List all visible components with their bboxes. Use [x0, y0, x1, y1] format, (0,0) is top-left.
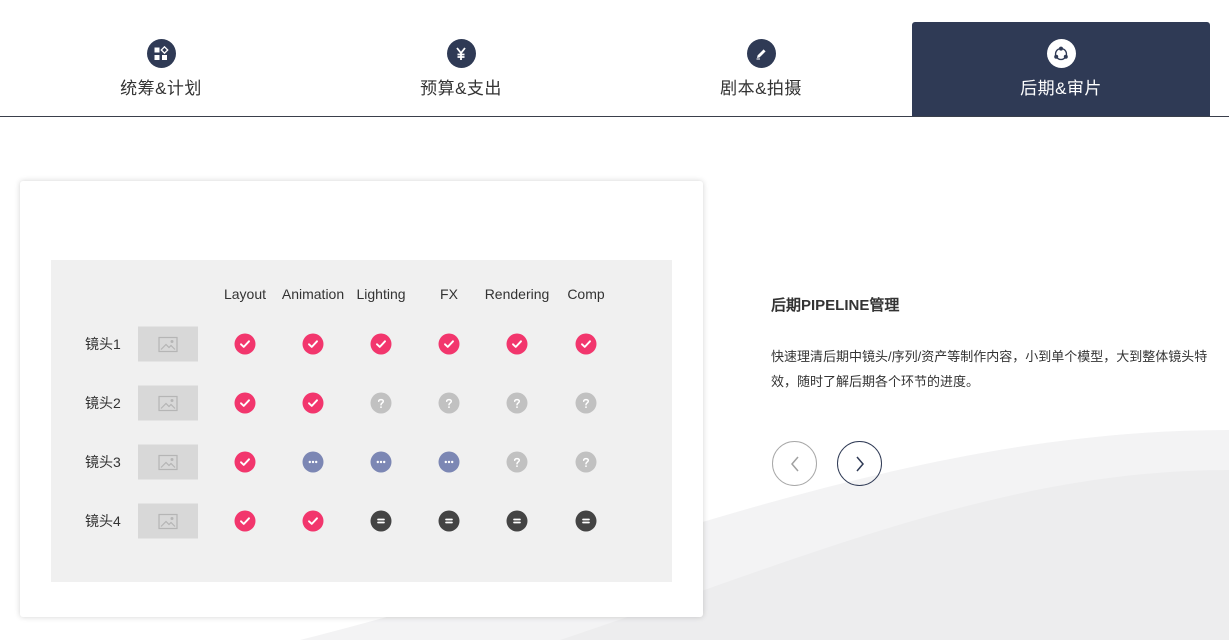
- status-done-check-icon: [234, 392, 256, 414]
- status-done-check-icon: [234, 451, 256, 473]
- status-in-progress-more-dots-icon: [370, 451, 392, 473]
- tab-script[interactable]: 剧本&拍摄: [612, 22, 910, 116]
- status-on-hold-equals-icon: [575, 510, 597, 532]
- status-in-progress-more-dots-icon: [438, 451, 460, 473]
- tab-label: 后期&审片: [1020, 79, 1102, 98]
- status-unknown-question-icon: [506, 392, 528, 414]
- status-on-hold-equals-icon: [506, 510, 528, 532]
- tab-label: 剧本&拍摄: [720, 79, 802, 98]
- status-done-check-icon: [438, 333, 460, 355]
- share-nodes-icon: [1046, 39, 1076, 68]
- info-title: 后期PIPELINE管理: [771, 297, 900, 314]
- shot-thumbnail: [138, 385, 198, 421]
- column-header: Layout: [223, 286, 267, 302]
- feature-tabs: 预算&支出 统筹&计划 剧本&拍摄 后期&审片: [0, 0, 1229, 117]
- tab-label: 统筹&计划: [120, 79, 202, 98]
- shot-thumbnail: [138, 444, 198, 480]
- info-description: 快速理清后期中镜头/序列/资产等制作内容，小到单个模型，大到整体镜头特效，随时了…: [771, 349, 1208, 389]
- chevron-right-icon: [855, 456, 864, 471]
- status-unknown-question-icon: [506, 451, 528, 473]
- tabs-divider: [0, 116, 1229, 117]
- shot-thumbnail: [138, 503, 198, 539]
- column-header: Rendering: [484, 286, 550, 302]
- chevron-left-icon: [790, 456, 799, 471]
- pipeline-grid: Layout Animation Lighting FX Rendering Comp 镜头…: [51, 260, 672, 582]
- image-placeholder-icon: [158, 454, 178, 470]
- row-label: 镜头1: [85, 336, 121, 352]
- status-done-check-icon: [234, 333, 256, 355]
- tab-budget[interactable]: 预算&支出: [312, 22, 610, 116]
- column-header: Lighting: [356, 286, 406, 302]
- status-done-check-icon: [302, 510, 324, 532]
- shot-thumbnail: [138, 326, 198, 362]
- row-label: 镜头3: [85, 454, 121, 470]
- image-placeholder-icon: [158, 513, 178, 529]
- status-done-check-icon: [234, 510, 256, 532]
- status-on-hold-equals-icon: [438, 510, 460, 532]
- status-unknown-question-icon: [575, 451, 597, 473]
- pencil-icon: [746, 39, 776, 68]
- tab-label: 预算&支出: [420, 79, 502, 98]
- status-in-progress-more-dots-icon: [302, 451, 324, 473]
- status-done-check-icon: [506, 333, 528, 355]
- image-placeholder-icon: [158, 395, 178, 411]
- column-header: Animation: [281, 286, 345, 302]
- status-done-check-icon: [302, 333, 324, 355]
- yen-icon: [446, 39, 476, 68]
- status-done-check-icon: [575, 333, 597, 355]
- grid-diamond-icon: [146, 39, 176, 68]
- status-unknown-question-icon: [438, 392, 460, 414]
- tab-planning[interactable]: 统筹&计划: [12, 22, 310, 116]
- prev-button[interactable]: [772, 441, 817, 486]
- status-unknown-question-icon: [575, 392, 597, 414]
- status-done-check-icon: [302, 392, 324, 414]
- pipeline-preview-card: Layout Animation Lighting FX Rendering Comp 镜头…: [20, 181, 703, 617]
- image-placeholder-icon: [158, 336, 178, 352]
- tab-post-production[interactable]: 后期&审片: [912, 22, 1210, 116]
- row-label: 镜头4: [85, 513, 121, 529]
- row-label: 镜头2: [85, 395, 121, 411]
- status-on-hold-equals-icon: [370, 510, 392, 532]
- status-done-check-icon: [370, 333, 392, 355]
- column-header: FX: [440, 286, 458, 302]
- status-unknown-question-icon: [370, 392, 392, 414]
- next-button[interactable]: [837, 441, 882, 486]
- column-header: Comp: [567, 286, 605, 302]
